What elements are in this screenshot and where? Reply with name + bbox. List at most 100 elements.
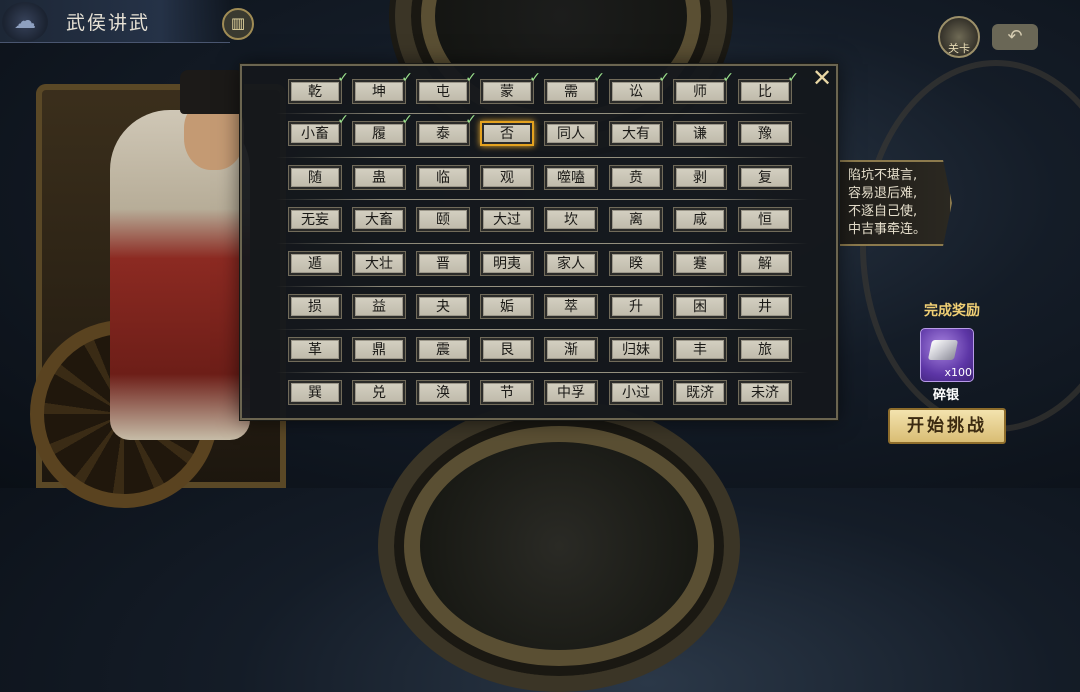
- silver-ingot-icon: [927, 340, 959, 360]
- hexagram-label: 屯: [436, 84, 450, 100]
- hexagram-button[interactable]: 遁: [288, 251, 342, 276]
- hexagram-button[interactable]: 履 ✓: [352, 113, 413, 146]
- hexagram-button[interactable]: 随: [288, 165, 342, 190]
- hexagram-button[interactable]: 大有: [609, 121, 663, 146]
- hexagram-button[interactable]: 升: [609, 294, 663, 319]
- hexagram-button[interactable]: 贲: [609, 165, 663, 190]
- hexagram-button[interactable]: 小过: [609, 380, 663, 405]
- close-icon[interactable]: ✕: [808, 66, 836, 90]
- hexagram-label: 涣: [436, 385, 450, 401]
- hexagram-button[interactable]: 姤: [480, 294, 534, 319]
- hexagram-label: 姤: [500, 299, 514, 315]
- hexagram-button[interactable]: 震: [416, 337, 470, 362]
- hexagram-label: 乾: [308, 84, 322, 100]
- hexagram-button[interactable]: 革: [288, 337, 342, 362]
- hexagram-button[interactable]: 谦: [673, 121, 727, 146]
- hexagram-label: 未济: [751, 385, 779, 401]
- hexagram-label: 豫: [758, 126, 772, 142]
- hexagram-button[interactable]: 巽: [288, 380, 342, 405]
- hexagram-button[interactable]: 萃: [544, 294, 598, 319]
- hexagram-button[interactable]: 益: [352, 294, 406, 319]
- hexagram-label: 随: [308, 170, 322, 186]
- hexagram-label: 蒙: [500, 84, 514, 100]
- hexagram-button[interactable]: 坎: [544, 207, 598, 232]
- hexagram-button[interactable]: 蛊: [352, 165, 406, 190]
- hexagram-button[interactable]: 咸: [673, 207, 727, 232]
- poem-line: 中吉事牵连。: [848, 222, 927, 237]
- hexagram-button[interactable]: 无妄: [288, 207, 342, 232]
- back-arrow-icon[interactable]: ↶: [992, 24, 1038, 50]
- hexagram-label: 离: [629, 212, 643, 228]
- hexagram-button[interactable]: 归妹: [609, 337, 663, 362]
- hexagram-label: 履: [372, 126, 386, 142]
- hexagram-button[interactable]: 比 ✓: [738, 71, 799, 104]
- hexagram-label: 损: [308, 299, 322, 315]
- hexagram-button[interactable]: 屯 ✓: [416, 71, 477, 104]
- check-icon: ✓: [593, 70, 605, 86]
- hexagram-button[interactable]: 既济: [673, 380, 727, 405]
- hexagram-button[interactable]: 颐: [416, 207, 470, 232]
- hexagram-button[interactable]: 涣: [416, 380, 470, 405]
- hexagram-button[interactable]: 需 ✓: [544, 71, 605, 104]
- hexagram-label: 晋: [436, 256, 450, 272]
- hexagram-button[interactable]: 兑: [352, 380, 406, 405]
- hexagram-button[interactable]: 小畜 ✓: [288, 113, 349, 146]
- hexagram-button[interactable]: 困: [673, 294, 727, 319]
- hexagram-button[interactable]: 家人: [544, 251, 598, 276]
- row-divider: [276, 329, 808, 330]
- hexagram-button[interactable]: 节: [480, 380, 534, 405]
- hexagram-button[interactable]: 剥: [673, 165, 727, 190]
- hexagram-button[interactable]: 乾 ✓: [288, 71, 349, 104]
- hexagram-button[interactable]: 夬: [416, 294, 470, 319]
- check-icon: ✓: [401, 112, 413, 128]
- hexagram-button[interactable]: 晋: [416, 251, 470, 276]
- hexagram-button[interactable]: 临: [416, 165, 470, 190]
- hexagram-button[interactable]: 损: [288, 294, 342, 319]
- hexagram-button[interactable]: 离: [609, 207, 663, 232]
- hexagram-button[interactable]: 解: [738, 251, 792, 276]
- check-icon: ✓: [465, 112, 477, 128]
- zhuge-liang-hat: [180, 70, 244, 114]
- hexagram-label: 巽: [308, 385, 322, 401]
- hexagram-button[interactable]: 恒: [738, 207, 792, 232]
- hexagram-button[interactable]: 渐: [544, 337, 598, 362]
- hexagram-label: 无妄: [301, 212, 329, 228]
- hexagram-label: 坎: [564, 212, 578, 228]
- hexagram-button[interactable]: 未济: [738, 380, 792, 405]
- hexagram-button[interactable]: 讼 ✓: [609, 71, 670, 104]
- hexagram-button[interactable]: 泰 ✓: [416, 113, 477, 146]
- start-challenge-button[interactable]: 开始挑战: [888, 408, 1006, 444]
- hexagram-label: 革: [308, 342, 322, 358]
- hexagram-button[interactable]: 大畜: [352, 207, 406, 232]
- hexagram-label: 困: [693, 299, 707, 315]
- hexagram-button[interactable]: 井: [738, 294, 792, 319]
- book-icon[interactable]: ▥: [222, 8, 254, 40]
- check-icon: ✓: [401, 70, 413, 86]
- row-divider: [276, 199, 808, 200]
- hexagram-label: 大壮: [365, 256, 393, 272]
- hexagram-button[interactable]: 师 ✓: [673, 71, 734, 104]
- hexagram-button[interactable]: 观: [480, 165, 534, 190]
- hexagram-button[interactable]: 蹇: [673, 251, 727, 276]
- hexagram-button[interactable]: 中孚: [544, 380, 598, 405]
- hexagram-button[interactable]: 豫: [738, 121, 792, 146]
- hexagram-button[interactable]: 旅: [738, 337, 792, 362]
- hexagram-button[interactable]: 蒙 ✓: [480, 71, 541, 104]
- hexagram-label: 讼: [629, 84, 643, 100]
- hexagram-button[interactable]: 明夷: [480, 251, 534, 276]
- hexagram-label: 节: [500, 385, 514, 401]
- hexagram-button[interactable]: 大过: [480, 207, 534, 232]
- hexagram-label: 剥: [693, 170, 707, 186]
- hexagram-button[interactable]: 否: [480, 121, 534, 146]
- hexagram-button[interactable]: 复: [738, 165, 792, 190]
- hexagram-button[interactable]: 睽: [609, 251, 663, 276]
- hexagram-button[interactable]: 艮: [480, 337, 534, 362]
- hexagram-label: 艮: [500, 342, 514, 358]
- hexagram-button[interactable]: 同人: [544, 121, 598, 146]
- hexagram-label: 震: [436, 342, 450, 358]
- hexagram-button[interactable]: 鼎: [352, 337, 406, 362]
- hexagram-button[interactable]: 坤 ✓: [352, 71, 413, 104]
- hexagram-button[interactable]: 大壮: [352, 251, 406, 276]
- hexagram-button[interactable]: 丰: [673, 337, 727, 362]
- hexagram-button[interactable]: 噬嗑: [544, 165, 598, 190]
